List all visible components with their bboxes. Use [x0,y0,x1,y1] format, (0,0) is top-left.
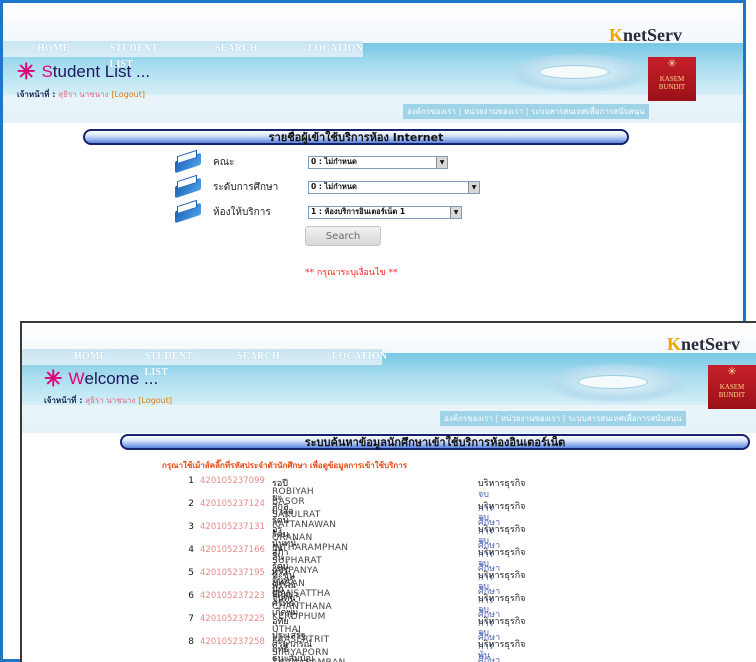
chevron-down-icon[interactable]: ▼ [436,156,447,168]
brand-initial: K [667,334,682,354]
title-initial: S [41,62,53,81]
room-label: ห้องให้บริการ [213,206,271,218]
asterisk-icon: ✳ [44,366,63,391]
back-navbar: HOME STUDENT LIST SEARCH LOCATION [3,41,363,70]
room-row: ห้องให้บริการ 1 : ห้องบริการอินเตอร์เน็ต… [173,199,462,224]
logout-link[interactable]: [Logout] [111,90,145,99]
staff-line: เจ้าหน้าที่ : สุธิรา นาชนาง [Logout] [17,88,145,101]
logo-text-1: KASEM [719,383,745,391]
logo-text-1: KASEM [659,75,685,83]
nav-student-list[interactable]: STUDENT LIST [109,41,166,70]
mouse-body [539,65,609,79]
nav-search[interactable]: SEARCH [237,349,280,365]
nav-search[interactable]: SEARCH [215,41,258,57]
book-icon [173,174,203,199]
asterisk-icon: ✳ [17,59,36,84]
student-id-link[interactable]: 420105237131 [200,522,265,532]
staff-label: เจ้าหน้าที่ : [44,396,83,405]
back-banner: HOME STUDENT LIST SEARCH LOCATION KnetSe… [3,3,743,123]
nav-location[interactable]: LOCATION [308,41,363,57]
student-id-link[interactable]: 420105237258 [200,637,265,647]
logout-link[interactable]: [Logout] [138,396,172,405]
row-number: 2 [188,499,194,509]
section-title: ระบบค้นหาข้อมูลนักศึกษาเข้าใช้บริการห้อง… [304,436,566,449]
student-id-link[interactable]: 420105237099 [200,476,265,486]
faculty-value: 0 : ไม่กำหนด [311,157,357,166]
nav-home[interactable]: HOME [74,349,106,365]
section-title: รายชื่อผู้เข้าใช้บริการห้อง Internet [268,131,444,144]
title-rest: tudent List ... [52,62,151,81]
student-id-link[interactable]: 420105237225 [200,614,265,624]
page-title: ✳ Student List ... [17,61,150,83]
sub-links[interactable]: องค์กรของเรา | หน่วยงานของเรา | ระบบสารส… [403,104,649,119]
brand-initial: K [609,25,624,45]
staff-name: สุธิรา นาชนาง [85,396,136,405]
title-rest: elcome ... [84,369,159,388]
staff-name: สุธิรา นาชนาง [58,90,109,99]
nav-home[interactable]: HOME [37,41,69,57]
level-label: ระดับการศึกษา [213,181,279,193]
title-initial: W [68,369,85,388]
faculty-select[interactable]: 0 : ไม่กำหนด ▼ [308,155,448,169]
mouse-graphic [503,53,653,93]
sub-links[interactable]: องค์กรของเรา | หน่วยงานของเรา | ระบบสารส… [440,411,686,426]
brand-rest: netServ [623,25,682,45]
row-number: 8 [188,637,194,647]
student-id-link[interactable]: 420105237124 [200,499,265,509]
room-select[interactable]: 1 : ห้องบริการอินเตอร์เน็ต 1 ▼ [308,205,462,219]
book-icon [173,149,203,174]
brand-logo: KnetServ [667,334,740,355]
student-id-link[interactable]: 420105237195 [200,568,265,578]
student-id-link[interactable]: 420105237223 [200,591,265,601]
brand-logo: KnetServ [609,25,682,46]
level-row: ระดับการศึกษา 0 : ไม่กำหนด ▼ [173,174,480,199]
level-select[interactable]: 0 : ไม่กำหนด ▼ [308,180,480,194]
row-number: 7 [188,614,194,624]
name-english: SIRIYAPORN THANASAMBAN [272,648,345,662]
chevron-down-icon[interactable]: ▼ [468,181,479,193]
logo-text-2: BUNDIT [658,83,686,91]
book-icon [173,199,203,224]
front-navbar: HOME STUDENT LIST SEARCH LOCATION [22,349,387,378]
status: พ้นสภาพ [478,651,491,661]
logo-star-icon: ✳ [727,366,737,378]
chevron-down-icon[interactable]: ▼ [450,206,461,218]
level-value: 0 : ไม่กำหนด [311,182,357,191]
nav-student-list[interactable]: STUDENT LIST [144,349,192,378]
row-number: 5 [188,568,194,578]
logo-text-2: BUNDIT [718,391,746,399]
row-number: 3 [188,522,194,532]
search-button[interactable]: Search [305,226,381,246]
instruction-text: กรุณาใช้เม้าส์คลิ๊กที่รหัสประจำตัวนักศึก… [162,461,408,470]
faculty-label: คณะ [213,156,235,168]
brand-rest: netServ [681,334,740,354]
front-window: HOME STUDENT LIST SEARCH LOCATION KnetSe… [20,321,756,662]
row-number: 4 [188,545,194,555]
warning-text: ** กรุณาระบุเงื่อนไข ** [305,268,398,278]
staff-line: เจ้าหน้าที่ : สุธิรา นาชนาง [Logout] [44,394,172,407]
logo-star-icon: ✳ [667,58,677,70]
faculty-row: คณะ 0 : ไม่กำหนด ▼ [173,149,448,174]
university-logo: ✳ KASEM BUNDIT [708,365,756,409]
staff-label: เจ้าหน้าที่ : [17,90,56,99]
university-logo: ✳ KASEM BUNDIT [648,57,696,101]
row-number: 6 [188,591,194,601]
nav-location[interactable]: LOCATION [332,349,387,365]
mouse-body [578,375,648,389]
row-number: 1 [188,476,194,486]
student-id-link[interactable]: 420105237166 [200,545,265,555]
mouse-graphic [542,363,692,403]
section-title-bar: รายชื่อผู้เข้าใช้บริการห้อง Internet [83,129,629,145]
front-banner: HOME STUDENT LIST SEARCH LOCATION KnetSe… [22,323,756,433]
section-title-bar: ระบบค้นหาข้อมูลนักศึกษาเข้าใช้บริการห้อง… [120,434,750,450]
room-value: 1 : ห้องบริการอินเตอร์เน็ต 1 [311,207,406,216]
page-title: ✳ Welcome ... [44,368,158,390]
